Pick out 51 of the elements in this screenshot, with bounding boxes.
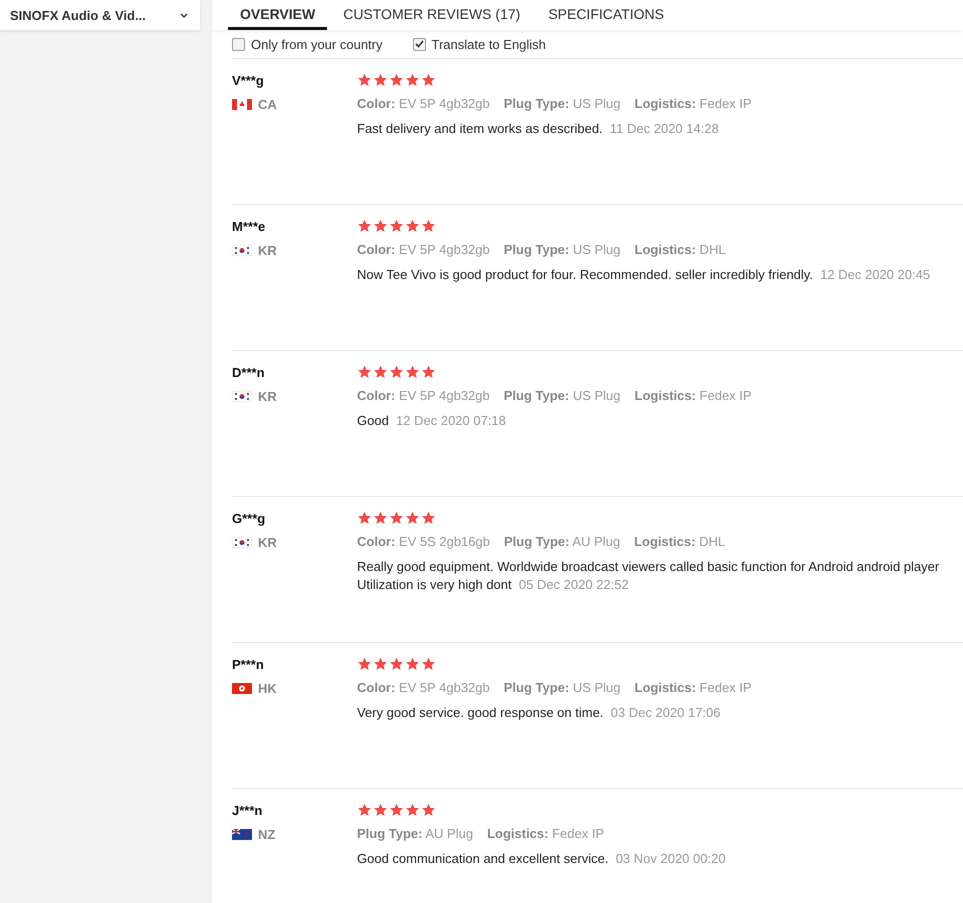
reviewer-name: V***g [232,73,265,88]
checkbox-label: Only from your country [251,36,382,52]
chevron-down-icon [180,12,188,18]
reviewer-name: G***g [232,511,266,526]
reviewer-name: J***n [232,803,264,818]
flag-icon [232,829,252,840]
product-attribute: Logistics: Fedex IP [634,388,752,403]
country-code: KR [258,535,277,550]
checkbox[interactable] [232,38,245,50]
flag-icon [232,683,252,694]
product-attribute: Plug Type: AU Plug [504,534,620,549]
store-selector[interactable]: SINOFX Audio & Vid... [0,0,200,30]
flag-icon [232,537,252,548]
product-attribute: Plug Type: US Plug [504,388,621,403]
review-text: Good communication and excellent service. 03 Nov 2020 00:20 [357,850,727,868]
checkbox[interactable] [412,38,426,50]
product-attribute: Logistics: DHL [634,242,726,257]
product-attribute: Color: EV 5P 4gb32gb [357,388,490,403]
product-attribute: Color: EV 5S 2gb16gb [357,534,490,549]
product-attribute: Color: EV 5P 4gb32gb [357,680,490,695]
country-code: KR [258,243,277,258]
review-text: Now Tee Vivo is good product for four. Recommended. seller incredibly friendly. 12 Dec 2020 20:45 [357,266,932,284]
tab[interactable]: SPECIFICATIONS [536,0,676,30]
product-attribute: Logistics: Fedex IP [634,680,752,695]
product-attribute: Plug Type: US Plug [504,680,621,695]
product-attribute: Plug Type: US Plug [504,242,621,257]
checkbox-label: Translate to English [432,36,546,52]
country-code: CA [258,97,277,112]
store-name: SINOFX Audio & Vid... [10,8,146,22]
tab[interactable]: CUSTOMER REVIEWS (17) [331,0,532,30]
product-attribute: Logistics: DHL [634,534,726,549]
review-text: Fast delivery and item works as described. 11 Dec 2020 14:28 [357,120,720,138]
country-code: HK [258,681,277,696]
product-attribute: Logistics: Fedex IP [634,96,752,111]
product-attribute: Logistics: Fedex IP [487,826,604,841]
reviewer-name: P***n [232,657,265,672]
country-code: NZ [258,827,276,842]
country-code: KR [258,389,277,404]
review-text: Good 12 Dec 2020 07:18 [357,412,507,430]
product-attribute: Color: EV 5P 4gb32gb [357,96,490,111]
product-attribute: Plug Type: US Plug [504,96,621,111]
reviewer-name: D***n [232,365,266,380]
flag-icon [232,391,252,402]
flag-icon [232,245,252,256]
product-attribute: Plug Type: AU Plug [357,826,474,841]
product-attribute: Color: EV 5P 4gb32gb [357,242,490,257]
review-text: Very good service. good response on time. 03 Dec 2020 17:06 [357,704,722,722]
flag-icon [232,99,252,110]
reviewer-name: M***e [232,219,266,234]
tab[interactable]: OVERVIEW [228,0,328,30]
review-text: Really good equipment. Worldwide broadcast viewers called basic function for Android android player Utilization is very high dont 05 Dec 2020 22:52 [357,558,940,594]
